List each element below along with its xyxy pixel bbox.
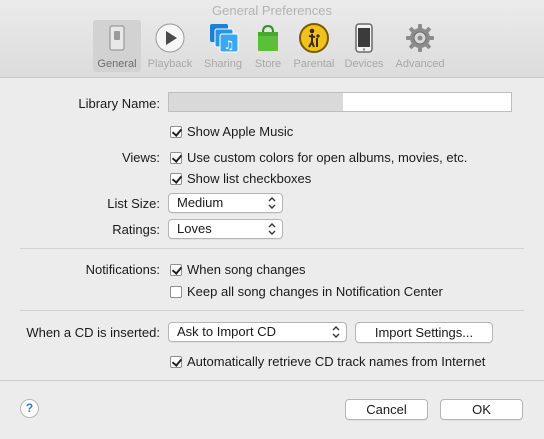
cd-action-value: Ask to Import CD: [177, 324, 276, 339]
import-settings-button[interactable]: Import Settings...: [355, 322, 493, 343]
tab-sharing[interactable]: ♫ Sharing: [200, 20, 246, 72]
cancel-button[interactable]: Cancel: [345, 399, 428, 420]
sharing-music-icon: ♫: [210, 24, 239, 53]
custom-colors-label: Use custom colors for open albums, movie…: [187, 150, 468, 165]
tab-advanced-label: Advanced: [395, 58, 445, 70]
show-apple-music-checkbox[interactable]: Show Apple Music: [170, 124, 293, 139]
window-title: General Preferences: [212, 3, 332, 18]
svg-text:♫: ♫: [224, 38, 235, 52]
views-label: Views:: [121, 150, 160, 165]
tab-store-label: Store: [254, 58, 282, 70]
library-name-label: Library Name:: [78, 96, 160, 111]
tab-store[interactable]: Store: [250, 20, 286, 72]
tab-parental-label: Parental: [293, 58, 335, 70]
tab-general[interactable]: General: [93, 20, 141, 72]
song-changes-label: When song changes: [187, 262, 306, 277]
shopping-bag-icon: [258, 24, 278, 51]
keep-all-changes-label: Keep all song changes in Notification Ce…: [187, 284, 443, 299]
general-switch-icon: [109, 25, 125, 51]
retrieve-names-label: Automatically retrieve CD track names fr…: [187, 354, 486, 369]
updown-arrows-icon: [268, 197, 276, 209]
tab-playback-label: Playback: [147, 58, 193, 70]
parental-icon: [299, 23, 329, 53]
iphone-icon: [355, 23, 373, 53]
separator: [20, 310, 524, 311]
checkbox-checked: [170, 356, 182, 368]
tab-parental[interactable]: Parental: [290, 20, 338, 72]
checkbox-checked: [170, 264, 182, 276]
tab-sharing-label: Sharing: [204, 58, 242, 70]
help-button[interactable]: ?: [20, 399, 39, 418]
toolbar: General Preferences General Playback ♫ S…: [0, 0, 544, 78]
list-size-label: List Size:: [107, 196, 160, 211]
list-checkboxes-checkbox[interactable]: Show list checkboxes: [170, 171, 311, 186]
tab-advanced[interactable]: Advanced: [391, 20, 449, 72]
footer-separator: [0, 380, 544, 381]
tab-general-label: General: [97, 58, 137, 70]
keep-all-changes-checkbox[interactable]: Keep all song changes in Notification Ce…: [170, 284, 443, 299]
show-apple-music-label: Show Apple Music: [187, 124, 294, 139]
library-name-field[interactable]: [168, 92, 512, 112]
list-size-popup[interactable]: Medium: [168, 193, 283, 213]
custom-colors-checkbox[interactable]: Use custom colors for open albums, movie…: [170, 150, 467, 165]
ratings-label: Ratings:: [112, 222, 160, 237]
library-name-value: [169, 93, 343, 111]
play-icon: [155, 23, 185, 53]
ratings-popup[interactable]: Loves: [168, 219, 283, 239]
tab-devices-label: Devices: [344, 58, 384, 70]
ok-button[interactable]: OK: [440, 399, 523, 420]
gear-icon: [406, 24, 434, 52]
cd-action-popup[interactable]: Ask to Import CD: [168, 322, 347, 342]
preferences-window: General Preferences General Playback ♫ S…: [0, 0, 544, 439]
checkbox-checked: [170, 126, 182, 138]
updown-arrows-icon: [332, 326, 340, 338]
separator: [20, 248, 524, 249]
updown-arrows-icon: [268, 223, 276, 235]
list-size-value: Medium: [177, 195, 224, 210]
checkbox-checked: [170, 152, 182, 164]
cd-inserted-label: When a CD is inserted:: [26, 325, 160, 340]
checkbox-unchecked: [170, 286, 182, 298]
retrieve-names-checkbox[interactable]: Automatically retrieve CD track names fr…: [170, 354, 485, 369]
tab-playback[interactable]: Playback: [144, 20, 196, 72]
song-changes-checkbox[interactable]: When song changes: [170, 262, 306, 277]
ratings-value: Loves: [177, 221, 212, 236]
notifications-label: Notifications:: [85, 262, 160, 277]
list-checkboxes-label: Show list checkboxes: [187, 171, 312, 186]
tab-devices[interactable]: Devices: [341, 20, 387, 72]
checkbox-checked: [170, 173, 182, 185]
